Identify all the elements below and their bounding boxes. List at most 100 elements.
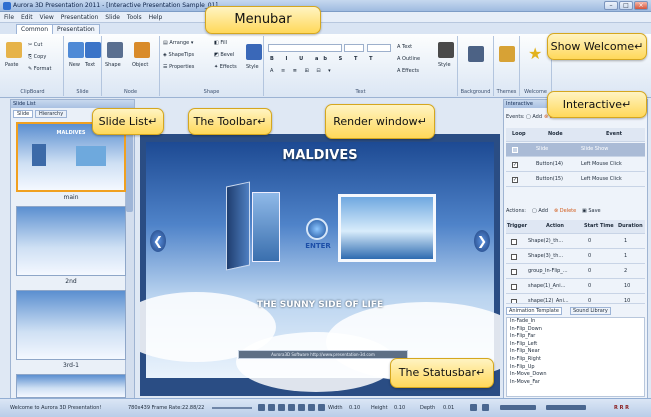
menu-help[interactable]: Help <box>149 14 163 21</box>
font-size-select[interactable] <box>344 44 364 52</box>
status-tool-icon[interactable] <box>278 404 285 411</box>
text-button[interactable]: A Text <box>397 44 412 50</box>
bevel-button[interactable]: ◩ Bevel <box>214 52 234 58</box>
fill-button[interactable]: ◧ Fill <box>214 40 227 46</box>
font-format-buttons[interactable]: B I U ab S T T <box>270 56 378 62</box>
event-row[interactable]: ✓ Button(14) Left Mouse Click <box>506 158 645 172</box>
render-window[interactable]: MALDIVES ❮ ❯ ENTER THE SUNNY SIDE OF LIF… <box>140 134 500 396</box>
effects-button[interactable]: ✦ Effects <box>214 64 237 70</box>
action-row[interactable]: group_In-Flip_... 0 2 <box>506 265 645 279</box>
animation-item[interactable]: In-Flip_Up <box>507 364 644 372</box>
next-slide-button[interactable]: ❯ <box>474 230 490 252</box>
background-icon[interactable] <box>468 46 484 62</box>
action-row[interactable]: Shape(2)_th... 0 1 <box>506 235 645 249</box>
trigger-checkbox[interactable] <box>511 299 517 303</box>
slide-list-tab-slide[interactable]: Slide <box>13 110 34 118</box>
thumb-panel <box>32 144 46 166</box>
shapetips-button[interactable]: ◈ ShapeTips <box>163 52 194 58</box>
actions-add-button[interactable]: ▢ Add <box>532 208 548 214</box>
themes-icon[interactable] <box>499 46 515 62</box>
action-row[interactable]: shape(1)_Ani... 0 10 <box>506 280 645 294</box>
status-tool-icon[interactable] <box>268 404 275 411</box>
status-height-value[interactable]: 0.10 <box>394 405 405 411</box>
status-tool-icon[interactable] <box>482 404 489 411</box>
minimize-button[interactable]: – <box>604 1 618 10</box>
action-name: Shape(2)_th... <box>528 238 564 244</box>
animation-item[interactable]: In-Flip_Left <box>507 341 644 349</box>
event-row[interactable]: Slide Slide Show <box>506 143 645 157</box>
slide-thumbnail-4th[interactable] <box>16 374 126 398</box>
status-width-value[interactable]: 0.10 <box>349 405 360 411</box>
menu-tools[interactable]: Tools <box>127 14 142 21</box>
header-trigger: Trigger <box>507 223 528 229</box>
animation-item[interactable]: In-Fade_In <box>507 318 644 326</box>
text-tool-icon[interactable] <box>85 42 101 58</box>
animation-item[interactable]: In-Flip_Near <box>507 348 644 356</box>
shape-icon[interactable] <box>107 42 123 58</box>
tab-common[interactable]: Common <box>16 24 54 34</box>
shape-style-icon[interactable] <box>246 44 262 60</box>
paste-icon[interactable] <box>6 42 22 58</box>
actions-add-label: Add <box>538 208 549 214</box>
maximize-button[interactable]: □ <box>619 1 633 10</box>
tab-animation-template[interactable]: Animation Template <box>506 307 562 315</box>
text-effects-button[interactable]: A Effects <box>397 68 419 74</box>
menu-view[interactable]: View <box>40 14 54 21</box>
animation-item[interactable]: In-Flip_Far <box>507 333 644 341</box>
loop-checkbox-checked[interactable]: ✓ <box>512 177 518 183</box>
object-icon[interactable] <box>134 42 150 58</box>
welcome-star-icon[interactable]: ★ <box>528 46 542 62</box>
actions-save-button[interactable]: ▣ Save <box>582 208 601 214</box>
distribute-buttons-group[interactable] <box>546 405 586 410</box>
action-row[interactable]: shape(12)_Ani... 0 10 <box>506 295 645 304</box>
menu-edit[interactable]: Edit <box>21 14 33 21</box>
trigger-checkbox[interactable] <box>511 269 517 275</box>
status-tool-icon[interactable] <box>258 404 265 411</box>
font-family-select[interactable] <box>268 44 342 52</box>
event-row[interactable]: ✓ Button(15) Left Mouse Click <box>506 173 645 187</box>
tab-sound-library[interactable]: Sound Library <box>570 307 611 315</box>
properties-button[interactable]: ☰ Properties <box>163 64 194 70</box>
tab-presentation[interactable]: Presentation <box>52 24 100 34</box>
animation-item[interactable]: In-Flip_Down <box>507 326 644 334</box>
status-tool-icon[interactable] <box>308 404 315 411</box>
format-button[interactable]: ✎ Format <box>28 66 51 72</box>
status-tool-icon[interactable] <box>298 404 305 411</box>
events-add-button[interactable]: ▢ Add <box>526 114 542 120</box>
slide-list-tab-hierarchy[interactable]: Hierarchy <box>35 110 68 118</box>
status-tool-icon[interactable] <box>470 404 477 411</box>
status-tool-icon[interactable] <box>318 404 325 411</box>
trigger-checkbox[interactable] <box>511 239 517 245</box>
trigger-checkbox[interactable] <box>511 254 517 260</box>
outline-button[interactable]: A Outline <box>397 56 420 62</box>
animation-item[interactable]: In-Flip_Right <box>507 356 644 364</box>
copy-button[interactable]: ⎘ Copy <box>28 54 46 60</box>
status-tool-icon[interactable] <box>288 404 295 411</box>
loop-checkbox[interactable] <box>512 147 518 153</box>
status-right-buttons[interactable]: R R R <box>614 405 629 411</box>
new-slide-icon[interactable] <box>68 42 84 58</box>
slide-thumbnail-3rd[interactable] <box>16 290 126 360</box>
align-buttons-group[interactable] <box>500 405 536 410</box>
trigger-checkbox[interactable] <box>511 284 517 290</box>
action-row[interactable]: Shape(3)_th... 0 1 <box>506 250 645 264</box>
menu-presentation[interactable]: Presentation <box>61 14 99 21</box>
close-button[interactable]: × <box>634 1 648 10</box>
slide-list-scroll-thumb[interactable] <box>126 122 133 212</box>
animation-item[interactable]: In-Move_Down <box>507 371 644 379</box>
actions-delete-button[interactable]: ⊗ Delete <box>554 208 576 214</box>
font-size-select-2[interactable] <box>367 44 391 52</box>
animation-item[interactable]: In-Move_Far <box>507 379 644 387</box>
paragraph-buttons[interactable]: A ≡ ≣ ⊞ ⊟ ▾ <box>270 68 334 74</box>
prev-slide-button[interactable]: ❮ <box>150 230 166 252</box>
menu-file[interactable]: File <box>4 14 14 21</box>
slide-thumbnail-2nd[interactable] <box>16 206 126 276</box>
loop-checkbox-checked[interactable]: ✓ <box>512 162 518 168</box>
frame-slider[interactable] <box>212 407 252 409</box>
cut-button[interactable]: ✂ Cut <box>28 42 42 48</box>
enter-globe-button[interactable] <box>306 218 328 240</box>
arrange-button[interactable]: ▤ Arrange ▾ <box>163 40 193 46</box>
status-depth-value[interactable]: 0.01 <box>443 405 454 411</box>
menu-slide[interactable]: Slide <box>105 14 120 21</box>
text-style-icon[interactable] <box>438 42 454 58</box>
